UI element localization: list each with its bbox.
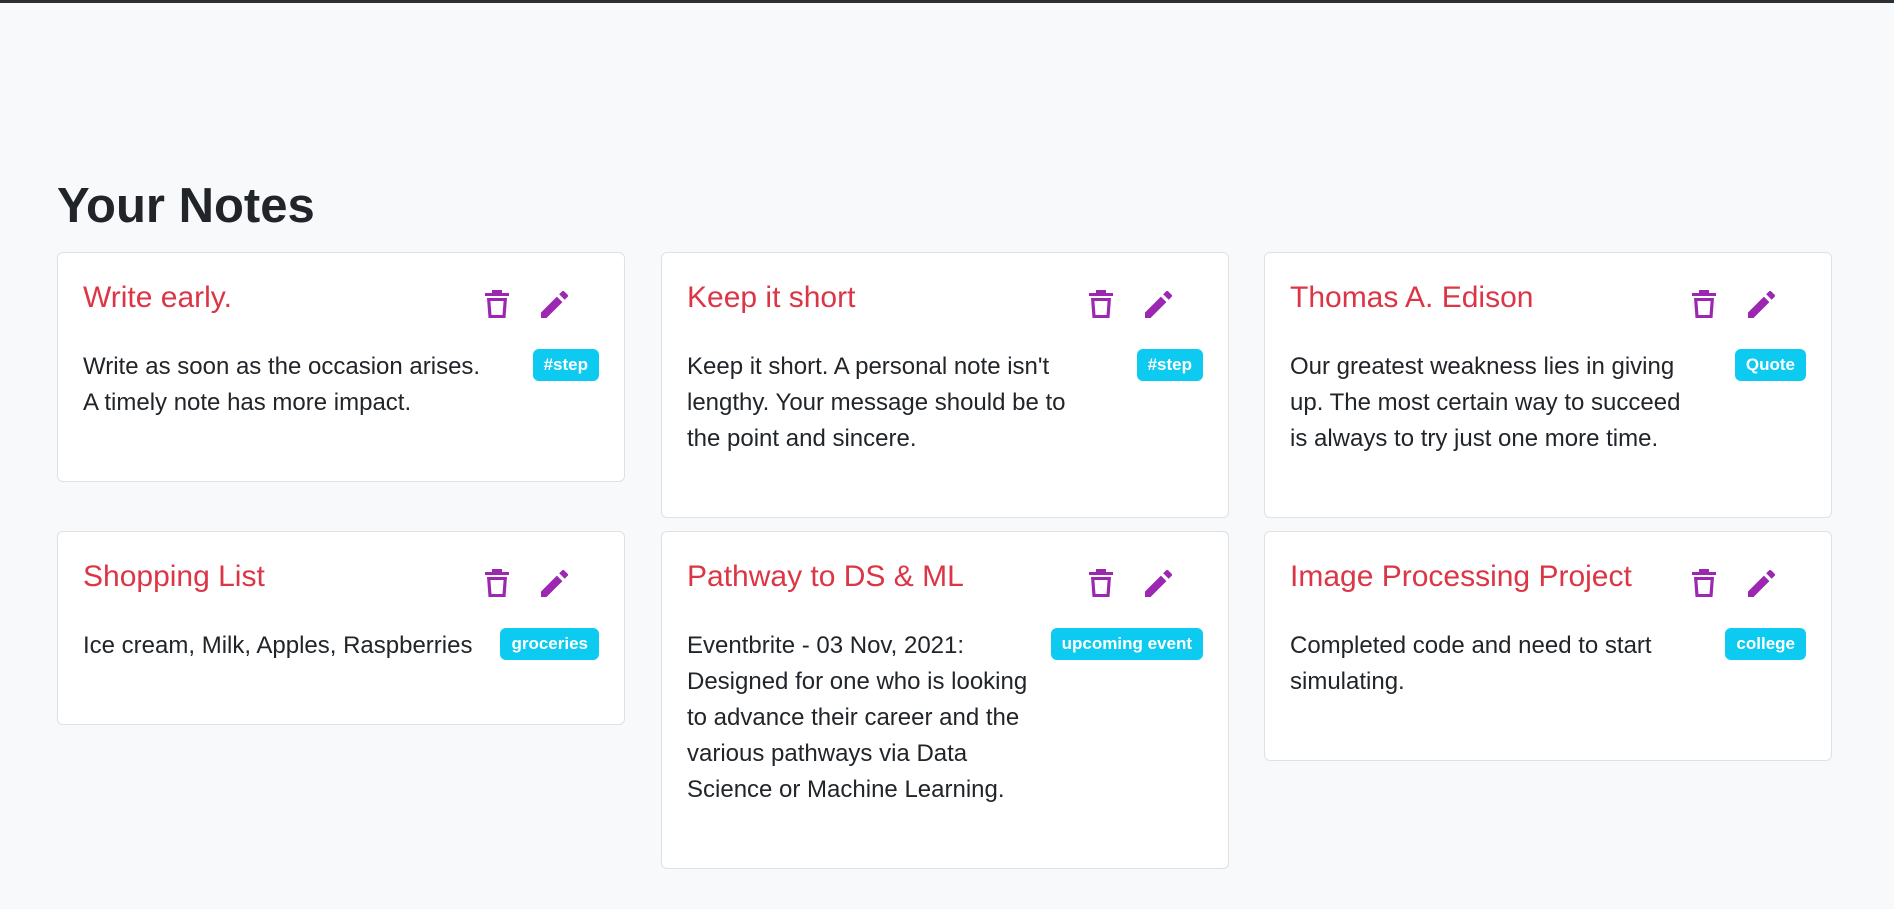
note-description: Ice cream, Milk, Apples, Raspberries [83, 632, 473, 659]
note-description: Write as soon as the occasion arises. A … [83, 353, 481, 416]
trash-icon [485, 290, 509, 318]
note-title: Pathway to DS & ML [687, 560, 964, 593]
trash-icon [485, 569, 509, 597]
note-card: Pathway to DS & ML Eventbrite - 03 Nov, … [661, 531, 1229, 869]
note-title: Thomas A. Edison [1290, 281, 1534, 314]
delete-note-button[interactable] [1687, 287, 1721, 321]
note-tag-badge: groceries [500, 628, 599, 660]
delete-note-button[interactable] [1084, 566, 1118, 600]
note-card: Keep it short Keep it short. A personal … [661, 252, 1229, 518]
trash-icon [1089, 569, 1113, 597]
trash-icon [1089, 290, 1113, 318]
note-description: Our greatest weakness lies in giving up.… [1290, 353, 1681, 452]
note-title: Shopping List [83, 560, 265, 593]
note-tag-badge: college [1725, 628, 1806, 660]
note-card: Image Processing Project Completed code … [1264, 531, 1832, 761]
note-card: Thomas A. Edison Our greatest weakness l… [1264, 252, 1832, 518]
pencil-icon [1145, 290, 1173, 318]
delete-note-button[interactable] [480, 287, 514, 321]
pencil-icon [1748, 290, 1776, 318]
note-description: Keep it short. A personal note isn't len… [687, 353, 1066, 452]
delete-note-button[interactable] [1687, 566, 1721, 600]
pencil-icon [1145, 569, 1173, 597]
trash-icon [1692, 290, 1716, 318]
note-title: Image Processing Project [1290, 560, 1632, 593]
note-card: Write early. Write as soon as the occasi… [57, 252, 625, 482]
edit-note-button[interactable] [1142, 287, 1176, 321]
note-tag-badge: #step [1136, 349, 1203, 381]
edit-note-button[interactable] [1745, 287, 1779, 321]
edit-note-button[interactable] [538, 287, 572, 321]
note-tag-badge: #step [532, 349, 599, 381]
note-title: Write early. [83, 281, 232, 314]
edit-note-button[interactable] [538, 566, 572, 600]
top-navbar-edge [0, 0, 1894, 3]
note-title: Keep it short [687, 281, 856, 314]
delete-note-button[interactable] [480, 566, 514, 600]
note-description: Eventbrite - 03 Nov, 2021: Designed for … [687, 632, 1028, 803]
note-description: Completed code and need to start simulat… [1290, 632, 1652, 695]
pencil-icon [1748, 569, 1776, 597]
page-title: Your Notes [57, 179, 315, 233]
note-tag-badge: upcoming event [1050, 628, 1203, 660]
note-tag-badge: Quote [1734, 349, 1806, 381]
pencil-icon [541, 569, 569, 597]
edit-note-button[interactable] [1745, 566, 1779, 600]
note-card: Shopping List Ice cream, Milk, Apples, R… [57, 531, 625, 725]
trash-icon [1692, 569, 1716, 597]
edit-note-button[interactable] [1142, 566, 1176, 600]
pencil-icon [541, 290, 569, 318]
delete-note-button[interactable] [1084, 287, 1118, 321]
